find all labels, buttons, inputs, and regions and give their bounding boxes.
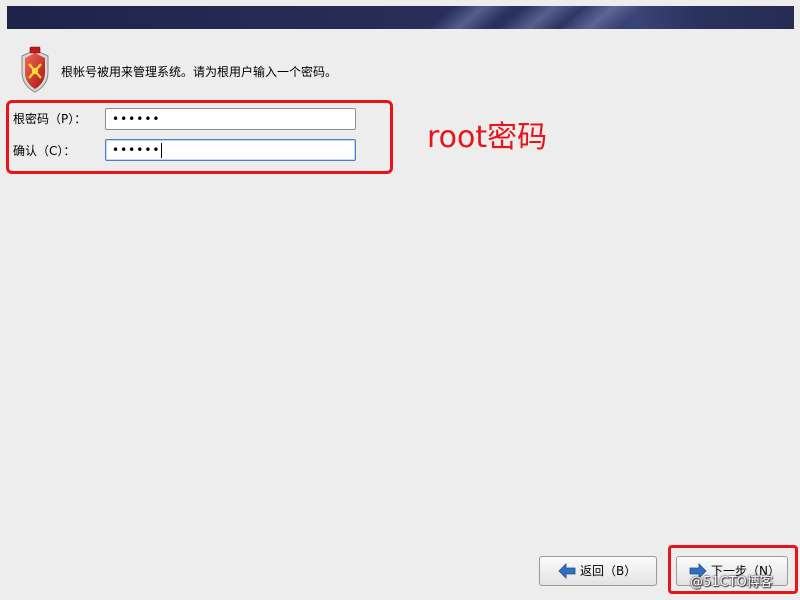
back-button-label: 返回（B） — [580, 564, 637, 578]
confirm-password-label: 确认（C）： — [13, 144, 76, 158]
watermark: @51CTO博客 — [690, 575, 773, 590]
top-banner — [7, 6, 794, 29]
root-password-input[interactable]: •••••• — [105, 108, 356, 130]
shield-crest-icon — [21, 46, 49, 93]
confirm-password-value: •••••• — [112, 143, 161, 157]
root-password-annotation: root密码 — [427, 120, 548, 155]
back-button[interactable]: 返回（B） — [539, 556, 657, 586]
confirm-password-input[interactable]: •••••• — [105, 139, 356, 161]
root-password-label: 根密码（P）： — [13, 112, 87, 126]
arrow-left-icon — [558, 563, 576, 579]
root-password-value: •••••• — [112, 112, 161, 126]
text-caret — [161, 143, 163, 158]
intro-text: 根帐号被用来管理系统。请为根用户输入一个密码。 — [61, 65, 338, 79]
